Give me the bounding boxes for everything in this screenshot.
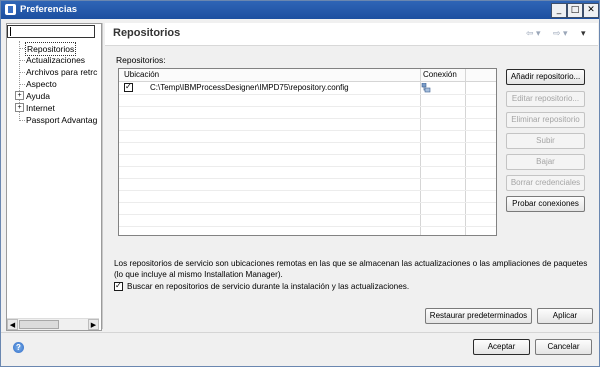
tree-item-aspecto[interactable]: Aspecto	[26, 78, 57, 90]
view-menu-button[interactable]: ▾	[581, 28, 586, 39]
tree-line	[19, 72, 25, 73]
expand-ayuda-icon[interactable]: +	[15, 91, 24, 100]
tree-line	[19, 60, 25, 61]
search-service-checkbox[interactable]	[114, 281, 123, 291]
connection-icon	[421, 83, 431, 93]
filter-input[interactable]	[7, 25, 95, 38]
preferences-window: Preferencias _ □ ✕ Repositorios Actualiz…	[0, 0, 600, 367]
scroll-left-icon[interactable]: ◀	[7, 319, 18, 330]
repository-enabled-checkbox[interactable]	[124, 82, 133, 92]
forward-button[interactable]: ⇨ ▾	[553, 28, 568, 39]
row-divider	[119, 130, 496, 131]
clear-credentials-button[interactable]: Borrar credenciales	[506, 175, 585, 191]
apply-button[interactable]: Aplicar	[537, 308, 593, 324]
tree-item-passport[interactable]: Passport Advantag	[26, 114, 97, 126]
tree-line	[19, 84, 25, 85]
row-divider	[119, 154, 496, 155]
tree-line	[19, 120, 25, 121]
column-header-location[interactable]: Ubicación	[124, 69, 159, 81]
expand-internet-icon[interactable]: +	[15, 103, 24, 112]
cancel-button[interactable]: Cancelar	[535, 339, 592, 355]
page-header: Repositorios ⇦ ▾ ⇨ ▾ ▾	[105, 23, 598, 46]
move-down-button[interactable]: Bajar	[506, 154, 585, 170]
repository-location: C:\Temp\IBMProcessDesigner\IMPD75\reposi…	[150, 83, 349, 92]
table-row[interactable]: C:\Temp\IBMProcessDesigner\IMPD75\reposi…	[119, 82, 496, 94]
remove-repository-button[interactable]: Eliminar repositorio	[506, 112, 585, 128]
window-title: Preferencias	[20, 4, 78, 15]
row-divider	[119, 94, 496, 95]
minimize-button[interactable]: _	[551, 3, 567, 18]
row-divider	[119, 106, 496, 107]
search-service-label: Buscar en repositorios de servicio duran…	[127, 282, 410, 291]
repositories-label: Repositorios:	[116, 55, 166, 65]
tree-item-archivos[interactable]: Archivos para retrc	[26, 66, 97, 78]
repositories-table[interactable]: Ubicación Conexión C:\Temp\IBMProcessDes…	[118, 68, 497, 236]
maximize-button[interactable]: □	[567, 3, 583, 18]
title-bar[interactable]: Preferencias _ □ ✕	[1, 1, 599, 19]
row-divider	[119, 142, 496, 143]
row-divider	[119, 178, 496, 179]
row-divider	[119, 166, 496, 167]
ok-button[interactable]: Aceptar	[473, 339, 530, 355]
page-title: Repositorios	[113, 27, 181, 39]
edit-repository-button[interactable]: Editar repositorio...	[506, 91, 585, 107]
row-divider	[119, 190, 496, 191]
app-icon	[5, 4, 16, 15]
panel-divider[interactable]	[102, 23, 103, 329]
move-up-button[interactable]: Subir	[506, 133, 585, 149]
tree-horizontal-scrollbar[interactable]: ◀ ▶	[7, 318, 99, 330]
test-connections-button[interactable]: Probar conexiones	[506, 196, 585, 212]
table-header: Ubicación Conexión	[119, 69, 496, 82]
tree-item-ayuda[interactable]: Ayuda	[26, 90, 50, 102]
row-divider	[119, 118, 496, 119]
repositories-description: Los repositorios de servicio son ubicaci…	[114, 259, 588, 279]
help-icon[interactable]: ?	[13, 342, 24, 353]
footer-divider	[1, 332, 599, 333]
scroll-right-icon[interactable]: ▶	[88, 319, 99, 330]
back-button[interactable]: ⇦ ▾	[526, 28, 541, 39]
column-header-connection[interactable]: Conexión	[423, 69, 457, 81]
restore-defaults-button[interactable]: Restaurar predeterminados	[425, 308, 532, 324]
tree-item-internet[interactable]: Internet	[26, 102, 55, 114]
row-divider	[119, 202, 496, 203]
tree-item-actualizaciones[interactable]: Actualizaciones	[26, 54, 85, 66]
row-divider	[119, 214, 496, 215]
scroll-thumb[interactable]	[19, 320, 59, 329]
add-repository-button[interactable]: Añadir repositorio...	[506, 69, 585, 85]
text-cursor	[10, 27, 11, 36]
close-button[interactable]: ✕	[583, 3, 599, 18]
row-divider	[119, 226, 496, 227]
